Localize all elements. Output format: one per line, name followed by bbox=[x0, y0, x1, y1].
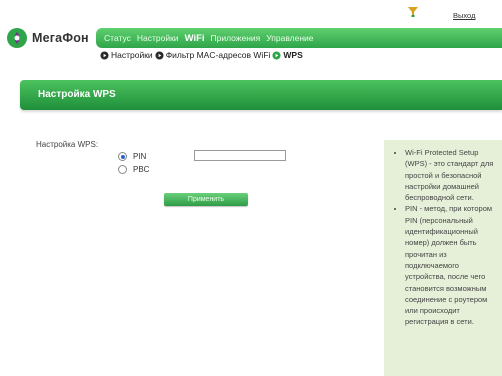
pin-input[interactable] bbox=[194, 150, 286, 161]
nav-item-settings[interactable]: Настройки bbox=[137, 33, 179, 43]
brand-logo: МегаФон bbox=[6, 27, 89, 49]
wps-setting-label: Настройка WPS: bbox=[36, 140, 99, 149]
radio-option-pin[interactable]: PIN bbox=[118, 152, 146, 161]
pbc-radio[interactable] bbox=[118, 165, 127, 174]
main-nav: Статус Настройки WiFi Приложения Управле… bbox=[96, 28, 502, 48]
subnav-label: Настройки bbox=[111, 50, 153, 60]
section-title: Настройка WPS bbox=[38, 89, 116, 100]
nav-item-wifi[interactable]: WiFi bbox=[185, 33, 205, 44]
help-panel: Wi-Fi Protected Setup (WPS) - это станда… bbox=[384, 140, 502, 376]
help-list: Wi-Fi Protected Setup (WPS) - это станда… bbox=[384, 140, 502, 328]
help-item-pin: PIN - метод, при котором PIN (персональн… bbox=[405, 203, 496, 327]
subnav-item-mac-filter[interactable]: Фильтр MAC-адресов WiFi bbox=[155, 50, 271, 60]
arrow-bullet-icon bbox=[100, 50, 109, 60]
arrow-bullet-icon bbox=[272, 50, 281, 60]
nav-item-management[interactable]: Управление bbox=[266, 33, 313, 43]
logout-link[interactable]: Выход bbox=[453, 11, 475, 20]
nav-item-status[interactable]: Статус bbox=[104, 33, 131, 43]
signal-funnel-icon bbox=[408, 7, 418, 17]
pin-radio[interactable] bbox=[118, 152, 127, 161]
help-item-wps: Wi-Fi Protected Setup (WPS) - это станда… bbox=[405, 147, 496, 203]
subnav-label: Фильтр MAC-адресов WiFi bbox=[165, 50, 271, 60]
apply-button[interactable]: Применить bbox=[164, 193, 248, 206]
sub-nav: Настройки Фильтр MAC-адресов WiFi WPS bbox=[100, 50, 305, 60]
brand-name: МегаФон bbox=[32, 31, 89, 45]
radio-option-pbc[interactable]: PBC bbox=[118, 165, 149, 174]
subnav-label: WPS bbox=[283, 50, 303, 60]
pbc-radio-label: PBC bbox=[133, 165, 150, 174]
arrow-bullet-icon bbox=[155, 50, 164, 60]
nav-item-apps[interactable]: Приложения bbox=[211, 33, 261, 43]
section-header: Настройка WPS bbox=[20, 80, 502, 110]
subnav-item-settings[interactable]: Настройки bbox=[100, 50, 153, 60]
pin-radio-label: PIN bbox=[133, 152, 147, 161]
megafon-logo-icon bbox=[7, 28, 27, 48]
subnav-item-wps[interactable]: WPS bbox=[272, 50, 303, 60]
